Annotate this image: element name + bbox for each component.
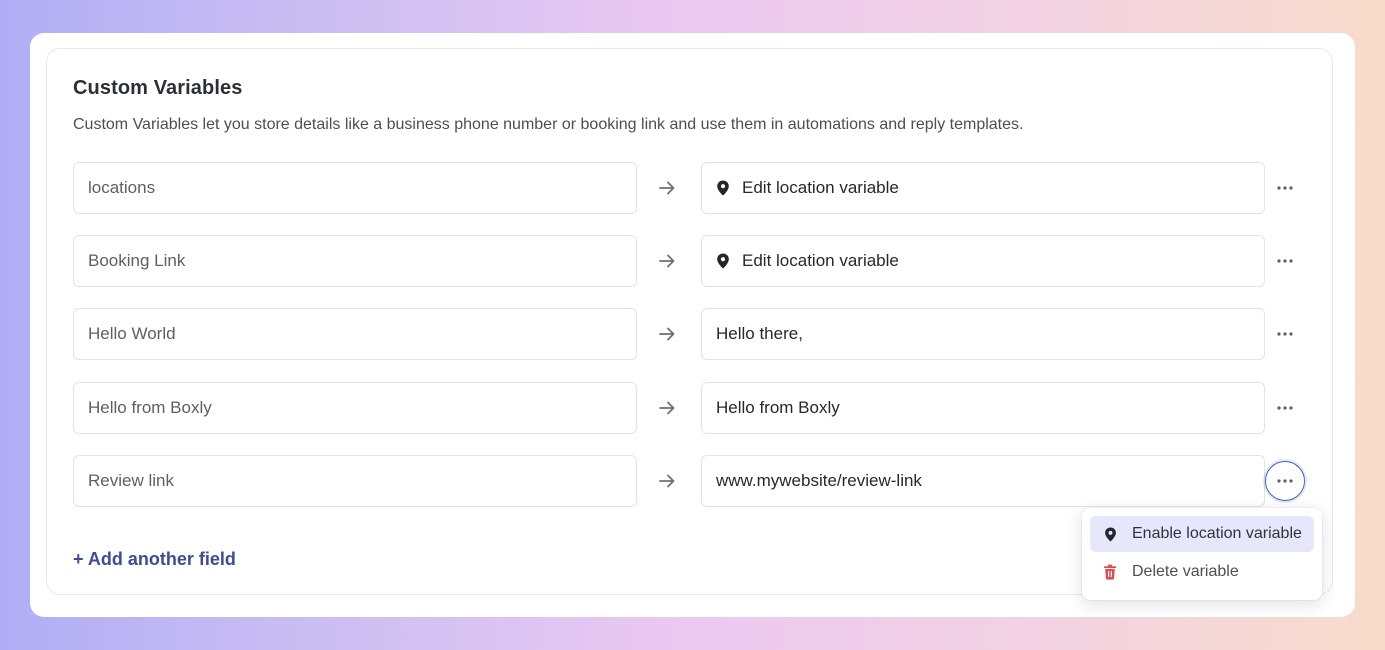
variable-name-input[interactable]: Review link	[73, 455, 637, 507]
arrow-right-icon	[655, 396, 679, 420]
more-options-button[interactable]	[1265, 168, 1305, 208]
enable-location-variable-menu-item[interactable]: Enable location variable	[1090, 516, 1314, 552]
ellipsis-icon	[1277, 332, 1293, 336]
ellipsis-icon	[1277, 186, 1293, 190]
custom-variables-panel: Custom Variables Custom Variables let yo…	[46, 48, 1333, 600]
add-another-field-button[interactable]: + Add another field	[73, 549, 236, 570]
more-options-button[interactable]	[1265, 388, 1305, 428]
trash-icon	[1102, 564, 1118, 580]
arrow-right-icon	[655, 322, 679, 346]
variable-row: Hello World Hello there,	[73, 308, 1313, 360]
variable-value-label: Edit location variable	[742, 251, 899, 270]
ellipsis-icon	[1277, 479, 1293, 483]
more-options-button[interactable]	[1265, 241, 1305, 281]
variable-name-input[interactable]: Hello from Boxly	[73, 382, 637, 434]
variable-name-input[interactable]: locations	[73, 162, 637, 214]
variable-value-input[interactable]: Hello from Boxly	[701, 382, 1265, 434]
variable-row: Review link www.mywebsite/review-link	[73, 455, 1313, 507]
variable-row: Hello from Boxly Hello from Boxly	[73, 382, 1313, 434]
variable-name-input[interactable]: Hello World	[73, 308, 637, 360]
variable-value-input[interactable]: www.mywebsite/review-link	[701, 455, 1265, 507]
variable-row: locations Edit location variable	[73, 162, 1313, 214]
variable-row: Booking Link Edit location variable	[73, 235, 1313, 287]
ellipsis-icon	[1277, 259, 1293, 263]
section-description: Custom Variables let you store details l…	[73, 116, 1024, 133]
variable-value-label: Edit location variable	[742, 178, 899, 197]
edit-location-variable-button[interactable]: Edit location variable	[701, 162, 1265, 214]
variable-value-input[interactable]: Hello there,	[701, 308, 1265, 360]
arrow-right-icon	[655, 469, 679, 493]
arrow-right-icon	[655, 249, 679, 273]
edit-location-variable-button[interactable]: Edit location variable	[701, 235, 1265, 287]
options-dropdown-menu: Enable location variable Delete variable	[1082, 508, 1322, 600]
delete-variable-menu-item[interactable]: Delete variable	[1090, 554, 1314, 590]
map-pin-icon	[1102, 526, 1118, 542]
map-pin-icon	[716, 180, 730, 196]
more-options-button-active[interactable]	[1265, 461, 1305, 501]
section-title: Custom Variables	[73, 77, 243, 99]
variable-name-input[interactable]: Booking Link	[73, 235, 637, 287]
menu-item-label: Delete variable	[1132, 563, 1239, 580]
more-options-button[interactable]	[1265, 314, 1305, 354]
page-card: Custom Variables Custom Variables let yo…	[30, 33, 1355, 617]
ellipsis-icon	[1277, 406, 1293, 410]
arrow-right-icon	[655, 176, 679, 200]
menu-item-label: Enable location variable	[1132, 525, 1302, 542]
map-pin-icon	[716, 253, 730, 269]
